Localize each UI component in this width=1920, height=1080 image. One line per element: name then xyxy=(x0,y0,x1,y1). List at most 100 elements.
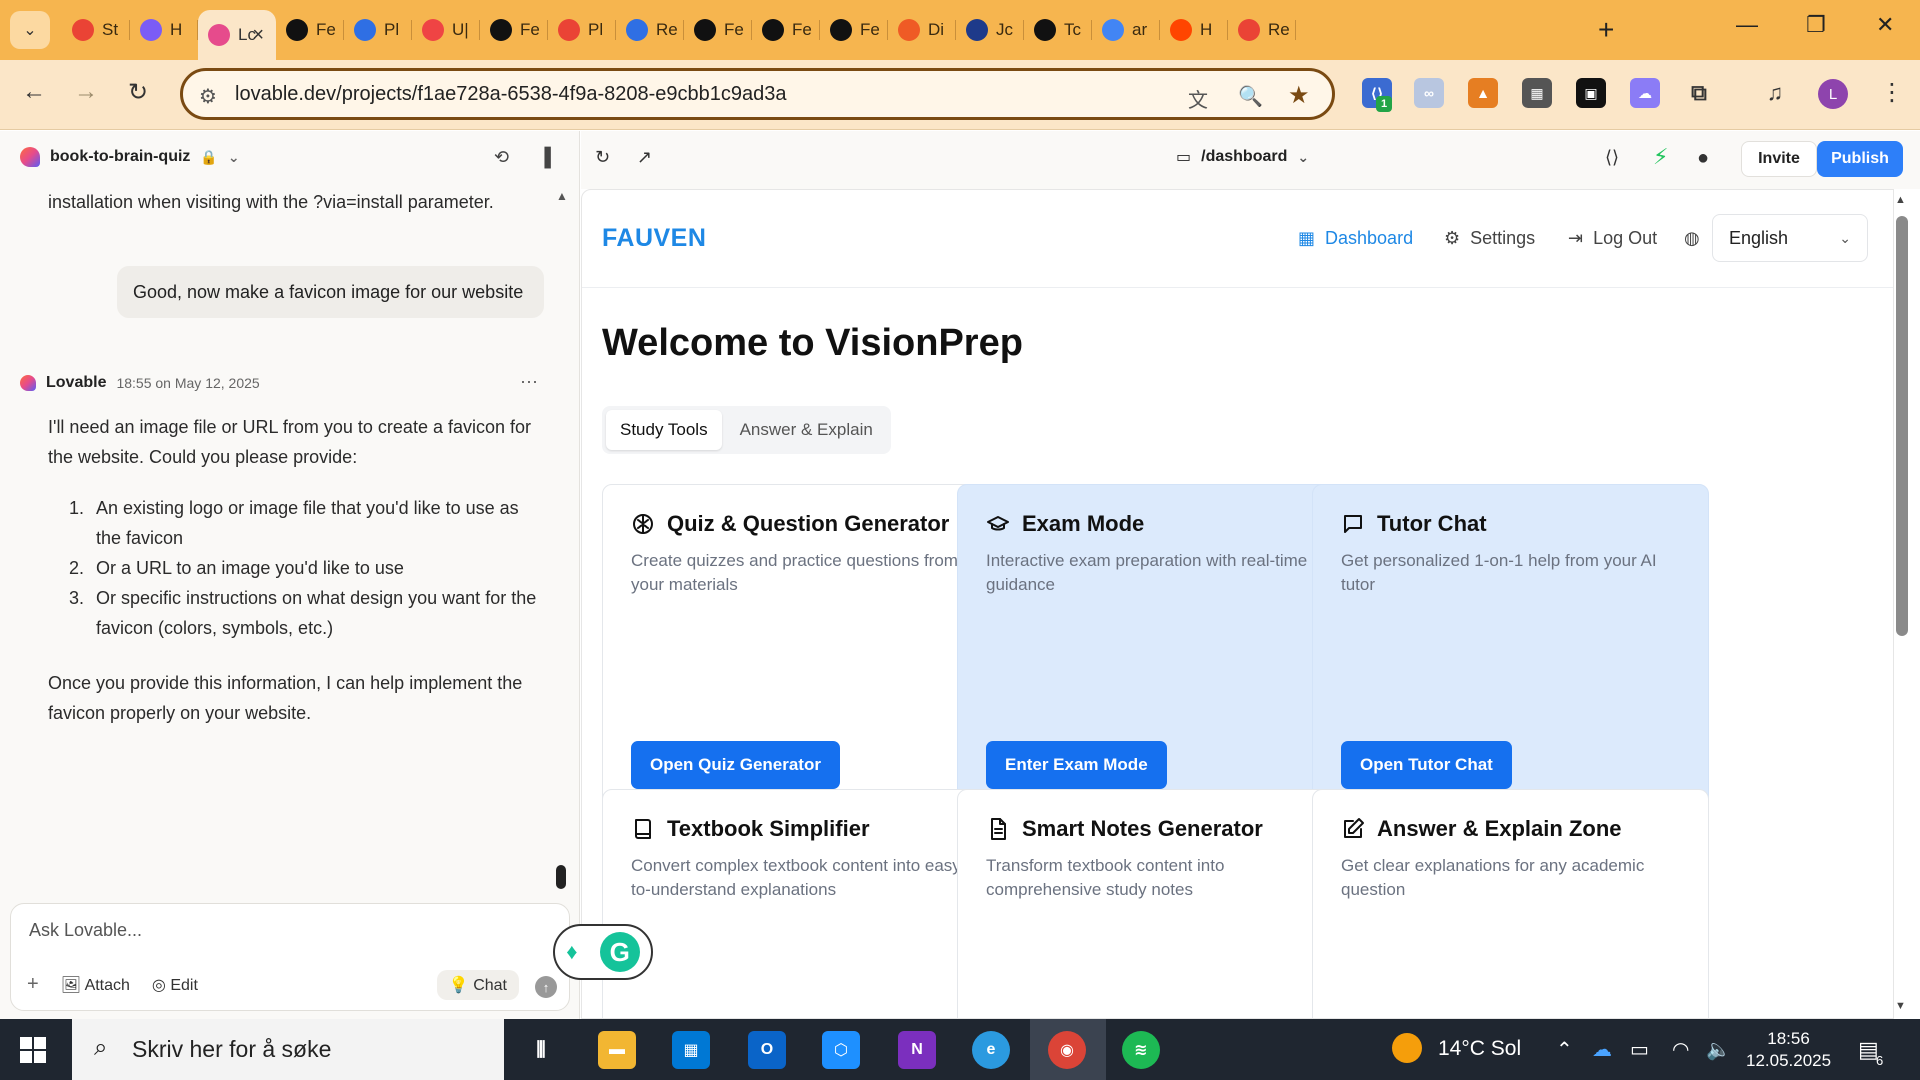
nav-settings[interactable]: ⚙ Settings xyxy=(1444,228,1535,249)
language-select[interactable]: English ⌄ xyxy=(1712,214,1868,262)
edit-button[interactable]: ◎ Edit xyxy=(152,975,198,995)
scroll-down-icon[interactable]: ▼ xyxy=(1895,1000,1906,1012)
windows-start-icon[interactable] xyxy=(20,1037,46,1063)
message-more-icon[interactable]: ··· xyxy=(520,371,538,392)
weather-sun-icon[interactable] xyxy=(1392,1033,1422,1063)
preview-scrollbar[interactable] xyxy=(1896,216,1908,636)
browser-tab[interactable]: Fe xyxy=(276,10,344,50)
translate-icon[interactable]: 文 xyxy=(1188,84,1208,113)
browser-tab[interactable]: Jc xyxy=(956,10,1024,50)
outlook-icon[interactable]: O xyxy=(748,1031,786,1069)
browser-tab[interactable]: Fe xyxy=(480,10,548,50)
chrome-icon[interactable]: ◉ xyxy=(1048,1031,1086,1069)
publish-button[interactable]: Publish xyxy=(1817,141,1903,177)
supabase-bolt-icon[interactable]: ⚡ xyxy=(1653,144,1668,170)
browser-tab[interactable]: Di xyxy=(888,10,956,50)
browser-tab[interactable]: Pl xyxy=(548,10,616,50)
wifi-icon[interactable]: ◠ xyxy=(1672,1037,1689,1062)
plus-icon[interactable]: + xyxy=(27,973,39,996)
task-view-icon[interactable]: ⫴ xyxy=(522,1031,560,1069)
browser-tab[interactable]: Re xyxy=(1228,10,1296,50)
code-view-icon[interactable]: ⟨⟩ xyxy=(1605,147,1619,168)
weather-text[interactable]: 14°C Sol xyxy=(1438,1037,1521,1061)
spotify-icon[interactable]: ≋ xyxy=(1122,1031,1160,1069)
bookmark-star-icon[interactable]: ★ xyxy=(1288,81,1310,110)
browser-tab[interactable]: H xyxy=(130,10,198,50)
browser-tab[interactable]: Pl xyxy=(344,10,412,50)
scroll-up-icon[interactable]: ▲ xyxy=(1895,194,1906,206)
sidebar-toggle-icon[interactable]: ▐ xyxy=(538,147,551,168)
route-selector[interactable]: ▭ /dashboard ⌄ xyxy=(1176,147,1309,167)
openai-icon xyxy=(286,19,308,41)
chat-input[interactable]: Ask Lovable... xyxy=(29,920,142,941)
tab-answer-explain[interactable]: Answer & Explain xyxy=(726,410,887,450)
card-cta-button[interactable]: Enter Exam Mode xyxy=(986,741,1167,789)
message-square-icon xyxy=(1344,515,1362,533)
volume-icon[interactable]: 🔈 xyxy=(1706,1037,1731,1062)
close-tab-icon[interactable]: × xyxy=(252,24,264,47)
nav-logout[interactable]: ⇥ Log Out xyxy=(1568,228,1657,249)
card-cta-button[interactable]: Open Tutor Chat xyxy=(1341,741,1512,789)
browser-tab[interactable]: ar xyxy=(1092,10,1160,50)
scroll-up-icon[interactable]: ▲ xyxy=(556,189,568,203)
grammarly-widget[interactable]: ♦ G xyxy=(553,924,653,980)
close-window-icon[interactable]: ✕ xyxy=(1876,12,1894,38)
onenote-icon[interactable]: N xyxy=(898,1031,936,1069)
file-explorer-icon[interactable]: ▬ xyxy=(598,1031,636,1069)
cube-app-icon[interactable]: ⬡ xyxy=(822,1031,860,1069)
browser-tab[interactable]: Fe xyxy=(752,10,820,50)
address-bar[interactable]: ⚙ lovable.dev/projects/f1ae728a-6538-4f9… xyxy=(180,68,1335,120)
onedrive-icon[interactable]: ☁ xyxy=(1592,1037,1612,1062)
refresh-preview-icon[interactable]: ↻ xyxy=(595,147,610,168)
profile-avatar[interactable]: L xyxy=(1818,79,1848,109)
attach-button[interactable]: 🖼 Attach xyxy=(61,975,130,995)
browser-tab[interactable]: Lc × xyxy=(198,10,276,60)
invite-button[interactable]: Invite xyxy=(1741,141,1817,177)
battery-icon[interactable]: ▭ xyxy=(1630,1037,1649,1062)
extension-cloud-icon[interactable]: ☁ xyxy=(1630,78,1660,108)
browser-tab[interactable]: H xyxy=(1160,10,1228,50)
github-icon[interactable]: ● xyxy=(1697,147,1709,170)
browser-tab[interactable]: U| xyxy=(412,10,480,50)
nav-dashboard[interactable]: ▦ Dashboard xyxy=(1298,228,1413,249)
extension-dark-icon[interactable]: ▣ xyxy=(1576,78,1606,108)
forward-icon[interactable]: → xyxy=(74,78,98,106)
browser-tab[interactable]: St xyxy=(62,10,130,50)
new-tab-button[interactable]: + xyxy=(1598,14,1614,46)
reload-icon[interactable]: ↻ xyxy=(128,78,148,107)
chat-mode-label: Chat xyxy=(473,977,507,994)
extensions-puzzle-icon[interactable]: ⧉ xyxy=(1684,78,1714,108)
grammarly-logo-icon[interactable]: G xyxy=(599,932,640,972)
site-info-icon[interactable]: ⚙ xyxy=(199,84,217,109)
minimize-icon[interactable]: — xyxy=(1736,12,1758,38)
chat-scrollbar[interactable] xyxy=(556,865,566,889)
back-icon[interactable]: ← xyxy=(22,78,46,106)
qr-code-icon[interactable]: ▦ xyxy=(1522,78,1552,108)
chrome-menu-icon[interactable]: ⋮ xyxy=(1880,78,1904,107)
grammarly-bulb-icon[interactable]: ♦ xyxy=(566,939,577,965)
browser-tab[interactable]: Re xyxy=(616,10,684,50)
brand-logo[interactable]: FAUVEN xyxy=(602,224,706,253)
zoom-icon[interactable]: 🔍 xyxy=(1238,84,1263,109)
edge-icon[interactable]: e xyxy=(972,1031,1010,1069)
taskbar-search[interactable]: ⌕ Skriv her for å søke xyxy=(72,1019,504,1080)
project-selector[interactable]: book-to-brain-quiz 🔒 ⌄ xyxy=(20,147,240,167)
chat-mode-button[interactable]: 💡 Chat xyxy=(436,970,519,1000)
microsoft-store-icon[interactable]: ▦ xyxy=(672,1031,710,1069)
tab-search-button[interactable]: ⌄ xyxy=(10,11,50,49)
extension-link-icon[interactable]: ∞ xyxy=(1414,78,1444,108)
clock[interactable]: 18:56 12.05.2025 xyxy=(1746,1028,1831,1072)
history-icon[interactable]: ⟲ xyxy=(494,147,509,168)
open-external-icon[interactable]: ↗ xyxy=(637,147,652,168)
browser-tab[interactable]: Tc xyxy=(1024,10,1092,50)
browser-tab[interactable]: Fe xyxy=(684,10,752,50)
metamask-icon[interactable]: ▲ xyxy=(1468,78,1498,108)
chat-composer[interactable]: Ask Lovable... + 🖼 Attach ◎ Edit 💡 Chat … xyxy=(10,903,570,1011)
tray-chevron-icon[interactable]: ⌃ xyxy=(1556,1037,1573,1062)
media-control-icon[interactable]: ♫ xyxy=(1760,78,1790,108)
send-icon[interactable]: ↑ xyxy=(535,976,557,998)
tab-study-tools[interactable]: Study Tools xyxy=(606,410,722,450)
browser-tab[interactable]: Fe xyxy=(820,10,888,50)
restore-icon[interactable]: ❐ xyxy=(1806,12,1826,38)
card-cta-button[interactable]: Open Quiz Generator xyxy=(631,741,840,789)
